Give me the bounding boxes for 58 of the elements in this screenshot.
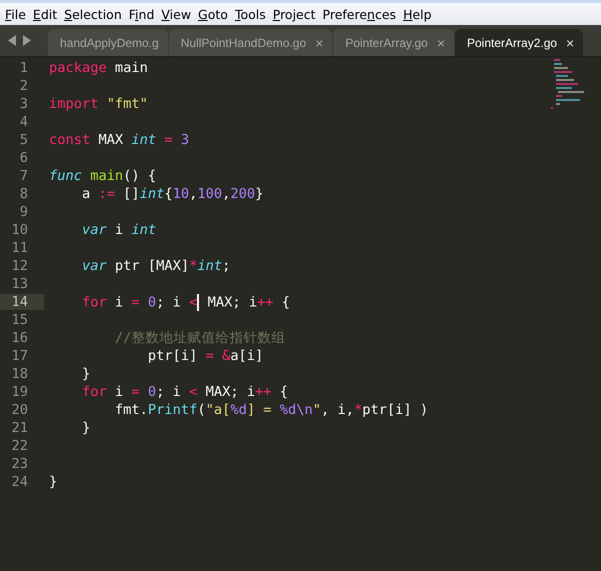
line-number: 6 [18,150,28,166]
file-tab[interactable]: PointerArray.go × [333,29,454,56]
line-number: 13 [10,276,28,292]
close-icon[interactable]: × [315,34,324,50]
code-line: func main() { [49,168,156,184]
menu-item[interactable]: Goto [197,6,233,22]
line-number: 15 [10,312,28,328]
line-number: 5 [18,132,28,148]
code-line: //整数地址赋值给指针数组 [114,329,286,347]
close-icon[interactable]: × [566,34,574,50]
code-line: var ptr [MAX]*int; [80,258,230,274]
back-arrow-icon[interactable] [8,35,17,46]
line-number: 18 [10,366,28,382]
line-number: 17 [10,348,28,364]
code-line: package main [49,60,148,76]
line-number: 3 [18,96,28,112]
menu-item[interactable]: Project [272,6,321,22]
line-number: 24 [10,474,28,490]
menu-item[interactable]: Selection [63,6,127,22]
line-number: 14 [0,294,44,310]
line-number: 10 [10,222,28,238]
close-icon[interactable]: × [436,34,445,50]
menu-item[interactable]: Preferences [322,6,402,22]
menu-item[interactable]: View [160,6,196,22]
menu-item[interactable]: Edit [32,6,62,22]
file-tab[interactable]: PointerArray2.go × [455,29,584,56]
line-number: 23 [10,456,28,472]
code-line: a := []int{10,100,200} [80,186,264,202]
line-number: 22 [10,438,28,454]
line-number: 21 [10,420,28,436]
line-number: 7 [18,168,28,184]
menu-item[interactable]: Find [128,6,160,22]
forward-arrow-icon[interactable] [22,35,31,46]
code-line: } [80,420,90,436]
line-number: 1 [18,60,28,76]
line-number: 9 [18,204,28,220]
code-line: var i int [80,222,156,238]
line-number: 2 [18,78,28,94]
line-number: 20 [10,402,28,418]
line-number: 8 [18,186,28,202]
file-tab[interactable]: handApplyDemo.g [48,29,168,56]
code-line: for i = 0; i < MAX; i++ { [80,384,288,400]
line-number: 16 [10,330,28,346]
code-line: for i = 0; i < MAX; i++ { [80,294,290,310]
line-number: 4 [18,114,28,130]
line-number: 12 [10,258,28,274]
code-line: fmt.Printf("a[%d] = %d\n", i,*ptr[i] ) [114,402,428,418]
code-line: ptr[i] = &a[i] [146,348,264,364]
menu-item[interactable]: Tools [234,6,271,22]
menu-item[interactable]: Help [402,6,437,22]
code-line: } [80,366,90,382]
file-tab[interactable]: NullPointHandDemo.go × [168,29,332,56]
menu-item[interactable]: File [4,6,31,22]
line-number: 11 [10,240,28,256]
code-line: } [49,474,58,490]
line-number: 19 [10,384,28,400]
code-line: import "fmt" [49,96,148,112]
code-line: const MAX int = 3 [49,132,190,148]
